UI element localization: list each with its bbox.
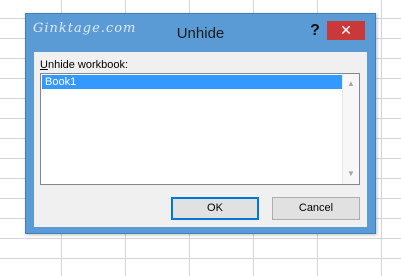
label-accesskey: U bbox=[40, 59, 48, 71]
workbook-listbox[interactable]: Book1 ▲ ▼ bbox=[40, 73, 360, 185]
label-text: nhide workbook: bbox=[47, 59, 129, 71]
close-icon: ✕ bbox=[340, 22, 352, 38]
vertical-scrollbar[interactable]: ▲ ▼ bbox=[342, 74, 359, 184]
cancel-button[interactable]: Cancel bbox=[272, 197, 360, 220]
scroll-down-icon[interactable]: ▼ bbox=[343, 166, 359, 182]
list-item-book1[interactable]: Book1 bbox=[42, 75, 344, 89]
help-icon[interactable]: ? bbox=[307, 21, 323, 41]
unhide-dialog: Ginktage.com Unhide ? ✕ Unhide workbook:… bbox=[25, 13, 376, 234]
unhide-workbook-label: Unhide workbook: bbox=[40, 59, 128, 71]
scroll-up-icon[interactable]: ▲ bbox=[343, 76, 359, 92]
ok-button[interactable]: OK bbox=[171, 197, 259, 220]
dialog-body: Unhide workbook: Book1 ▲ ▼ OK Cancel bbox=[34, 52, 367, 227]
close-button[interactable]: ✕ bbox=[327, 21, 365, 40]
